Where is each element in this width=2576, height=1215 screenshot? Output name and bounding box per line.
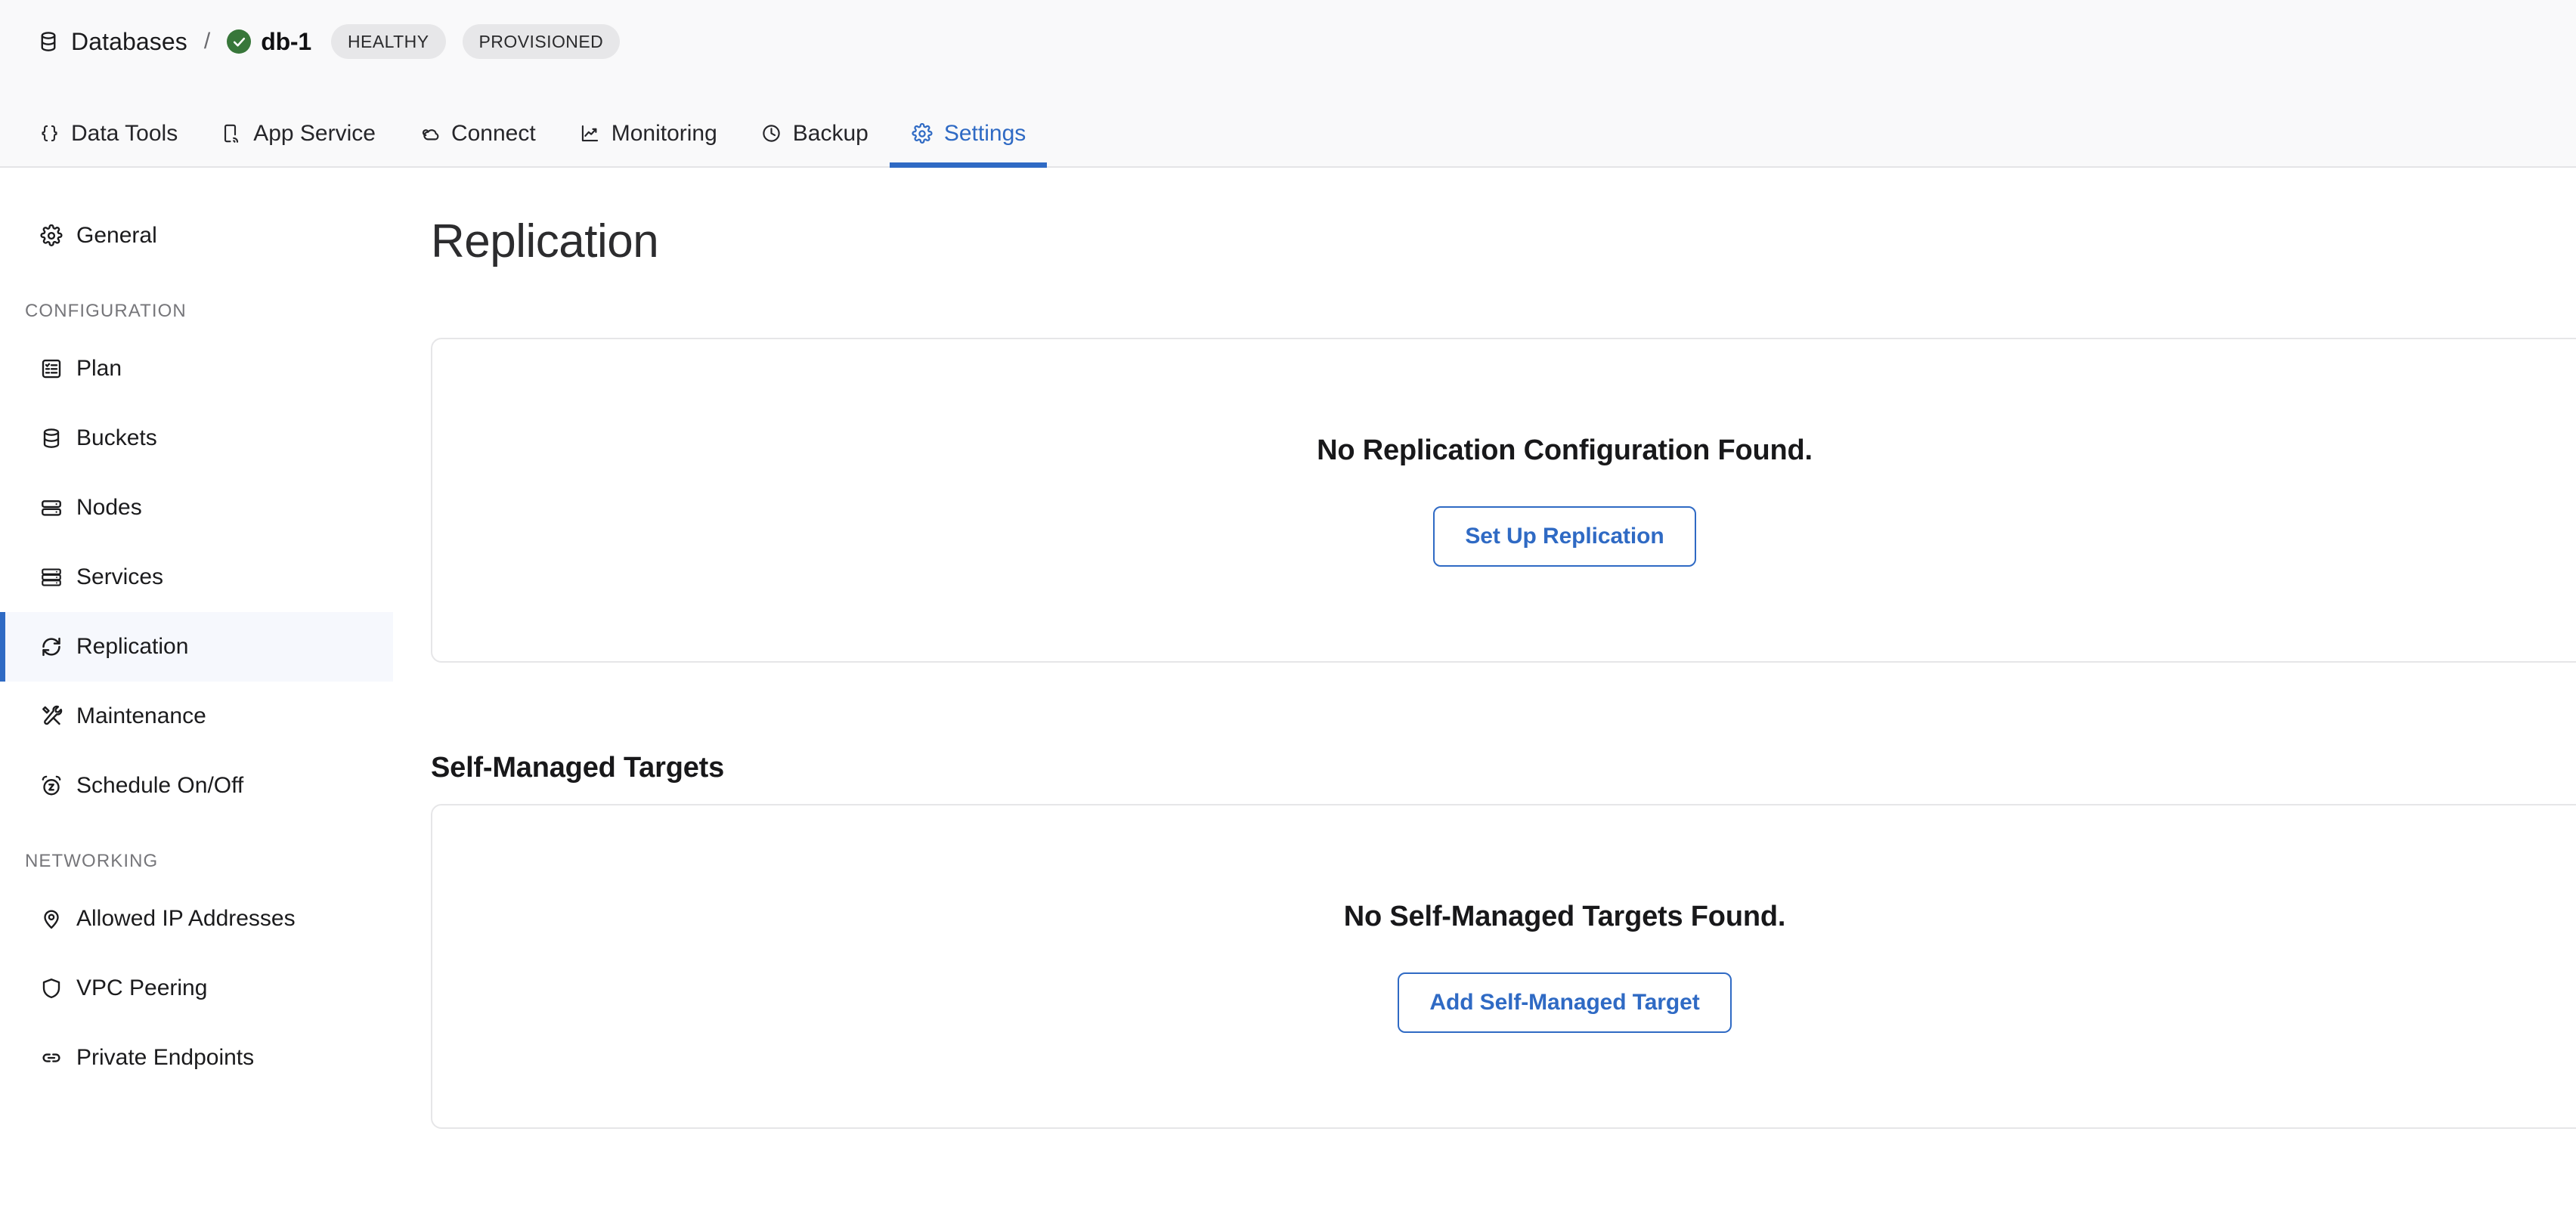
sidebar-item-vpc-peering[interactable]: VPC Peering <box>0 954 393 1023</box>
tab-label: Monitoring <box>611 121 717 146</box>
database-icon <box>36 29 61 54</box>
tools-icon <box>39 704 63 728</box>
tab-connect[interactable]: Connect <box>397 83 557 168</box>
primary-tab-bar: Data Tools App Service Connect Monitorin… <box>0 83 2576 168</box>
status-badge-provision: PROVISIONED <box>462 24 621 59</box>
breadcrumb: Databases / db-1 HEALTHY PROVISIONED <box>0 0 2576 83</box>
self-managed-targets-heading: Self-Managed Targets <box>431 752 725 784</box>
sidebar-item-label: Plan <box>76 356 122 381</box>
replication-empty-card: No Replication Configuration Found. Set … <box>431 338 2576 663</box>
sidebar-item-label: Nodes <box>76 495 142 520</box>
server-rack-icon <box>39 565 63 589</box>
link-icon <box>39 1046 63 1070</box>
status-badge-health: HEALTHY <box>330 24 446 59</box>
sidebar-item-label: Buckets <box>76 425 157 450</box>
page-body: General CONFIGURATION Plan Buckets Nodes… <box>0 168 2576 1215</box>
sidebar-item-allowed-ip-addresses[interactable]: Allowed IP Addresses <box>0 884 393 954</box>
sidebar-group-configuration-label: CONFIGURATION <box>25 301 187 321</box>
breadcrumb-separator: / <box>203 29 211 54</box>
self-managed-empty-title: No Self-Managed Targets Found. <box>1343 900 1786 932</box>
gear-icon <box>39 224 63 248</box>
server-stack-icon <box>39 496 63 520</box>
sidebar-item-label: Replication <box>76 634 189 659</box>
sidebar-item-maintenance[interactable]: Maintenance <box>0 682 393 751</box>
clock-icon <box>760 122 783 145</box>
breadcrumb-current-db: db-1 <box>261 27 311 55</box>
sidebar-item-label: General <box>76 223 157 248</box>
chart-line-icon <box>578 122 602 145</box>
sidebar-item-plan[interactable]: Plan <box>0 334 393 403</box>
refresh-sync-icon <box>39 635 63 659</box>
tab-app-service[interactable]: App Service <box>199 83 397 168</box>
main-content: Replication No Replication Configuration… <box>393 168 2576 1215</box>
sidebar-item-label: VPC Peering <box>76 975 208 1000</box>
tab-label: Settings <box>943 121 1026 146</box>
tab-label: App Service <box>253 121 376 146</box>
shield-icon <box>39 976 63 1000</box>
sidebar-item-label: Maintenance <box>76 703 206 728</box>
top-header: Databases / db-1 HEALTHY PROVISIONED Dat… <box>0 0 2576 168</box>
mobile-signal-icon <box>220 122 243 145</box>
tab-data-tools[interactable]: Data Tools <box>17 83 199 168</box>
tab-label: Data Tools <box>71 121 178 146</box>
map-pin-icon <box>39 907 63 931</box>
list-checklist-icon <box>39 357 63 381</box>
database-icon <box>39 426 63 450</box>
settings-sidebar: General CONFIGURATION Plan Buckets Nodes… <box>0 168 393 1215</box>
alarm-clock-icon <box>39 774 63 798</box>
sidebar-item-label: Services <box>76 564 164 589</box>
sidebar-item-replication[interactable]: Replication <box>0 612 393 682</box>
cloud-link-icon <box>418 122 441 145</box>
page-title: Replication <box>431 215 659 267</box>
set-up-replication-button[interactable]: Set Up Replication <box>1433 505 1696 567</box>
sidebar-item-label: Private Endpoints <box>76 1045 255 1070</box>
tab-label: Connect <box>450 121 536 146</box>
sidebar-item-services[interactable]: Services <box>0 543 393 612</box>
sidebar-item-private-endpoints[interactable]: Private Endpoints <box>0 1023 393 1093</box>
tab-label: Backup <box>792 121 868 146</box>
tab-backup[interactable]: Backup <box>738 83 890 168</box>
sidebar-item-buckets[interactable]: Buckets <box>0 403 393 473</box>
breadcrumb-databases-link[interactable]: Databases <box>71 28 187 56</box>
tab-monitoring[interactable]: Monitoring <box>557 83 738 168</box>
self-managed-targets-empty-card: No Self-Managed Targets Found. Add Self-… <box>431 804 2576 1129</box>
sidebar-group-networking-label: NETWORKING <box>25 851 159 871</box>
check-circle-icon <box>227 29 252 54</box>
sidebar-item-label: Schedule On/Off <box>76 773 244 798</box>
gear-icon <box>911 122 934 145</box>
code-braces-icon <box>38 122 61 145</box>
replication-empty-title: No Replication Configuration Found. <box>1317 434 1813 466</box>
add-self-managed-target-button[interactable]: Add Self-Managed Target <box>1398 972 1732 1033</box>
sidebar-item-nodes[interactable]: Nodes <box>0 473 393 543</box>
sidebar-item-schedule-on-off[interactable]: Schedule On/Off <box>0 751 393 821</box>
sidebar-item-label: Allowed IP Addresses <box>76 906 296 931</box>
sidebar-item-general[interactable]: General <box>0 201 393 271</box>
tab-settings[interactable]: Settings <box>889 83 1048 168</box>
